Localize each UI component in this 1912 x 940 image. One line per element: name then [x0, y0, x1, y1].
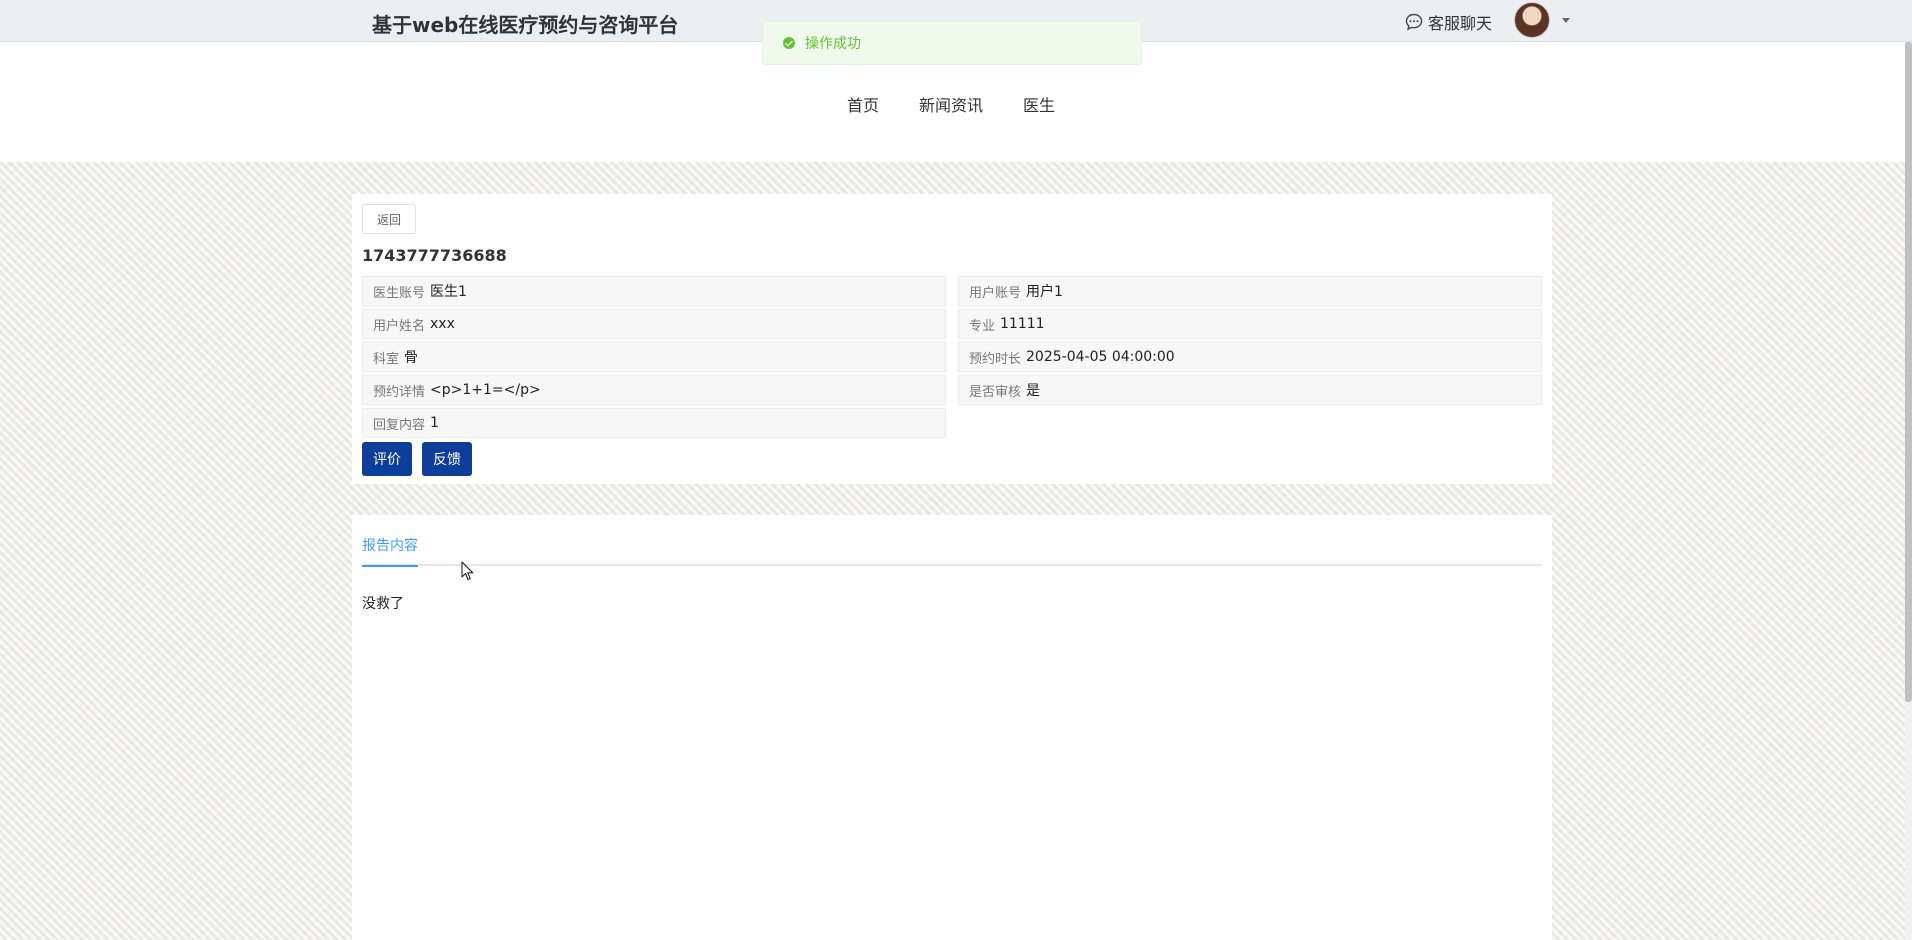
field-value: 2025-04-05 04:00:00: [1026, 349, 1175, 365]
chat-label: 客服聊天: [1428, 14, 1493, 33]
field-specialty: 专业 11111: [958, 309, 1542, 339]
field-user-name: 用户姓名 xxx: [362, 309, 946, 339]
success-toast: 操作成功: [762, 21, 1142, 65]
field-label: 预约详情: [373, 384, 426, 400]
field-value: xxx: [430, 316, 455, 332]
field-label: 专业: [969, 318, 996, 334]
field-value: 医生1: [430, 284, 467, 300]
report-card: 报告内容 没救了: [352, 515, 1552, 940]
field-value: 1: [430, 415, 439, 431]
field-value: 骨: [404, 350, 419, 366]
page-scrollbar[interactable]: [1905, 42, 1912, 940]
order-number: 1743777736688: [362, 246, 507, 265]
user-avatar[interactable]: [1514, 2, 1550, 38]
field-value: 11111: [1000, 316, 1045, 332]
field-label: 用户姓名: [373, 318, 426, 334]
nav-item-doctors[interactable]: 医生: [1023, 92, 1055, 116]
nav-item-home[interactable]: 首页: [847, 92, 879, 116]
toast-message: 操作成功: [805, 36, 861, 52]
field-department: 科室 骨: [362, 342, 946, 372]
mouse-cursor-icon: [461, 561, 474, 581]
caret-down-icon[interactable]: [1562, 18, 1570, 23]
rate-button[interactable]: 评价: [362, 442, 412, 476]
feedback-button[interactable]: 反馈: [422, 442, 472, 476]
field-appointment-time: 预约时长 2025-04-05 04:00:00: [958, 342, 1542, 372]
field-value: <p>1+1=</p>: [430, 382, 541, 398]
field-label: 预约时长: [969, 351, 1022, 367]
field-value: 是: [1026, 383, 1041, 399]
field-label: 用户账号: [969, 285, 1022, 301]
tab-report-content[interactable]: 报告内容: [362, 535, 418, 567]
field-appointment-details: 预约详情 <p>1+1=</p>: [362, 375, 946, 405]
chat-bubble-icon: [1405, 13, 1423, 31]
field-review-status: 是否审核 是: [958, 375, 1542, 405]
scrollbar-thumb[interactable]: [1905, 42, 1912, 702]
field-user-account: 用户账号 用户1: [958, 276, 1542, 306]
tab-divider: [362, 564, 1542, 566]
field-reply-content: 回复内容 1: [362, 408, 946, 438]
appointment-detail-card: 返回 1743777736688 医生账号 医生1 用户账号 用户1 用户姓名 …: [352, 194, 1552, 484]
back-button[interactable]: 返回: [362, 204, 416, 234]
field-value: 用户1: [1026, 284, 1063, 300]
field-label: 是否审核: [969, 384, 1022, 400]
report-content: 没救了: [362, 596, 404, 612]
field-label: 科室: [373, 351, 400, 367]
field-doctor-account: 医生账号 医生1: [362, 276, 946, 306]
nav-item-news[interactable]: 新闻资讯: [919, 92, 983, 116]
check-circle-icon: [783, 37, 795, 49]
site-title: 基于web在线医疗预约与咨询平台: [372, 13, 679, 37]
customer-chat-link[interactable]: 客服聊天: [1404, 10, 1492, 34]
field-label: 回复内容: [373, 417, 426, 433]
field-label: 医生账号: [373, 285, 426, 301]
